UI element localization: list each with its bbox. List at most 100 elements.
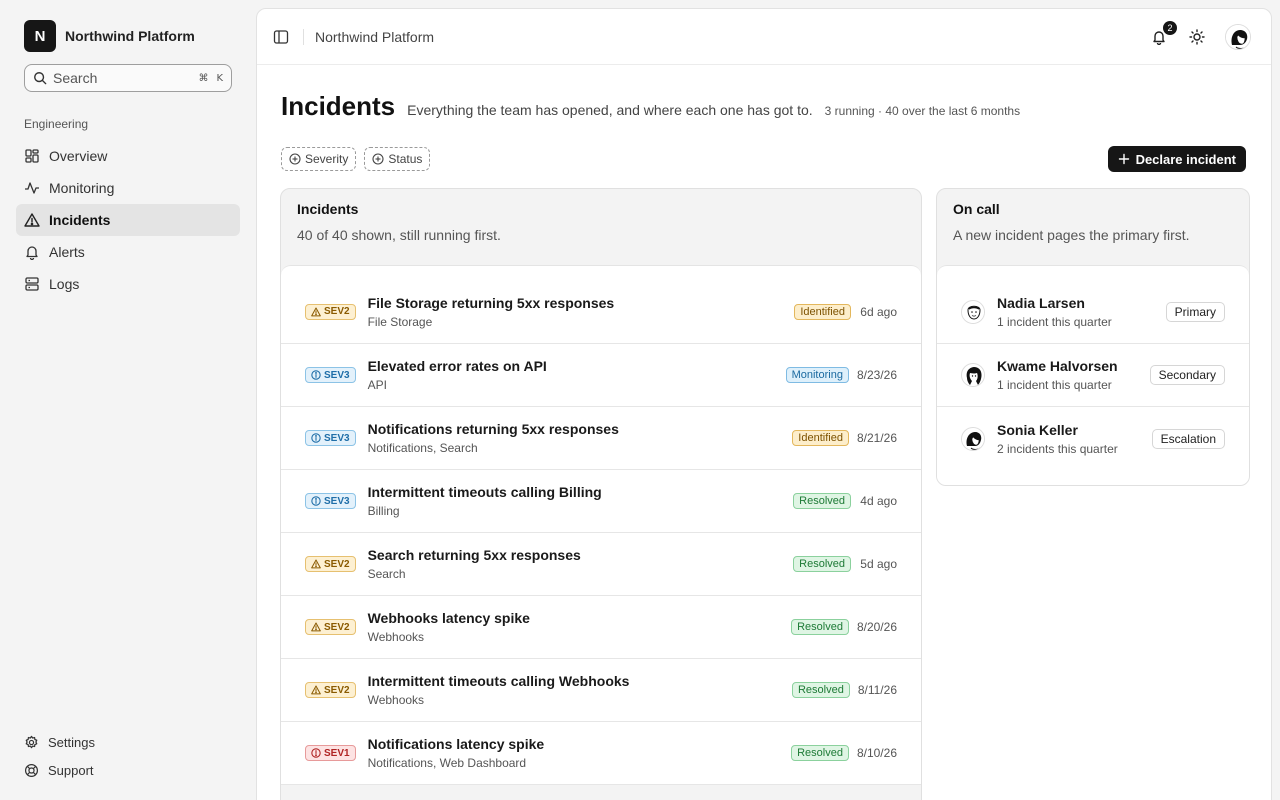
sidebar-item-logs[interactable]: Logs (16, 268, 240, 300)
role-badge: Primary (1165, 301, 1225, 322)
page-subtitle: Everything the team has opened, and wher… (407, 102, 813, 118)
status-filter-button[interactable]: Status (364, 147, 431, 171)
brand-name: Northwind Platform (65, 28, 195, 44)
sidebar-item-incidents[interactable]: Incidents (16, 204, 240, 236)
plus-circle-icon (372, 153, 384, 165)
search-input[interactable]: Search ⌘ K (24, 64, 232, 92)
person-incident-count: 2 incidents this quarter (997, 441, 1118, 456)
shortcut-mod-key: ⌘ (198, 72, 209, 84)
role-badge: Secondary (1149, 365, 1225, 385)
incident-title: Notifications latency spike (367, 736, 545, 752)
incident-services: Search (367, 567, 406, 581)
notification-count-badge: 2 (1163, 21, 1177, 35)
user-avatar-button[interactable] (1225, 24, 1251, 50)
card-subtitle: A new incident pages the primary first. (953, 227, 1190, 243)
filter-label: Severity (305, 152, 349, 166)
incident-time: 8/21/26 (856, 431, 897, 445)
incident-row[interactable]: SEV3 Elevated error rates on API API Monito… (281, 344, 921, 407)
card-title: On call (953, 201, 1000, 217)
incident-title: Webhooks latency spike (367, 610, 530, 626)
card-header: Incidents 40 of 40 shown, still running … (281, 189, 921, 265)
avatar (961, 363, 985, 387)
incident-row[interactable]: SEV2 Intermittent timeouts calling Webhoo… (281, 659, 921, 722)
shortcut-letter-key: K (216, 72, 223, 84)
warning-triangle-icon (311, 559, 321, 569)
filter-bar: Severity Status (281, 147, 431, 171)
sidebar-item-settings[interactable]: Settings (16, 728, 240, 756)
role-badge: Escalation (1151, 428, 1225, 449)
incident-row[interactable]: SEV2 Webhooks latency spike Webhooks Resolv… (281, 596, 921, 659)
incident-text: Notifications returning 5xx responses Not… (368, 421, 793, 455)
theme-toggle-button[interactable] (1187, 23, 1207, 51)
severity-label: SEV3 (324, 495, 350, 507)
sidebar-item-monitoring[interactable]: Monitoring (16, 172, 240, 204)
info-circle-icon (311, 496, 321, 506)
incident-row[interactable]: SEV3 Notifications returning 5xx response… (281, 407, 921, 470)
incident-row[interactable]: SEV2 File Storage returning 5xx responses… (281, 266, 921, 344)
activity-icon (24, 180, 40, 196)
declare-incident-label: Declare incident (1135, 151, 1236, 167)
on-call-person-row[interactable]: Kwame Halvorsen 1 incident this quarter Se… (937, 344, 1249, 407)
severity-badge: SEV2 (305, 619, 356, 635)
incident-text: Notifications latency spike Notifications… (368, 736, 792, 770)
status-badge: Monitoring (785, 367, 849, 383)
severity-label: SEV2 (324, 621, 350, 633)
incident-summary: 3 running · 40 over the last 6 months (824, 104, 1021, 118)
incident-services: Notifications, Search (367, 441, 478, 455)
warning-triangle-icon (24, 212, 40, 228)
incident-row[interactable]: SEV2 Search returning 5xx responses Search… (281, 533, 921, 596)
sidebar-footer-nav: Settings Support (16, 728, 240, 784)
dashboard-icon (24, 148, 40, 164)
notifications-button[interactable]: 2 (1149, 21, 1177, 51)
person-text: Kwame Halvorsen 1 incident this quarter (997, 358, 1150, 392)
on-call-person-row[interactable]: Nadia Larsen 1 incident this quarter Prima… (937, 266, 1249, 344)
incident-time: 8/20/26 (856, 620, 897, 634)
sidebar-item-support[interactable]: Support (16, 756, 240, 784)
sidebar-toggle-button[interactable] (269, 25, 293, 49)
incident-services: Webhooks (367, 693, 425, 707)
severity-badge: SEV3 (305, 430, 356, 446)
card-header: On call A new incident pages the primary… (937, 189, 1249, 265)
warning-triangle-icon (311, 622, 321, 632)
incident-time: 8/11/26 (857, 683, 897, 697)
incident-time: 8/23/26 (856, 368, 897, 382)
severity-badge: SEV2 (305, 556, 356, 572)
status-badge: Resolved (791, 682, 850, 698)
topbar-divider (303, 29, 304, 45)
person-name: Kwame Halvorsen (997, 358, 1118, 374)
sidebar-item-label: Support (48, 762, 94, 778)
status-badge: Identified (794, 303, 851, 320)
page-title: Incidents (281, 91, 396, 121)
on-call-person-row[interactable]: Sonia Keller 2 incidents this quarter Esca… (937, 407, 1249, 470)
incident-row[interactable]: SEV1 Notifications latency spike Notificat… (281, 722, 921, 785)
incident-title: Intermittent timeouts calling Webhooks (367, 673, 630, 689)
incident-text: File Storage returning 5xx responses File… (368, 295, 795, 329)
filter-label: Status (388, 152, 423, 166)
card-title: Incidents (297, 201, 359, 217)
incident-services: Webhooks (367, 630, 425, 644)
person-incident-count: 1 incident this quarter (997, 378, 1112, 392)
person-text: Nadia Larsen 1 incident this quarter (997, 295, 1166, 329)
declare-incident-button[interactable]: Declare incident (1107, 146, 1246, 172)
sidebar-item-overview[interactable]: Overview (16, 140, 240, 172)
incident-text: Intermittent timeouts calling Webhooks We… (368, 673, 792, 707)
incident-text: Intermittent timeouts calling Billing Bil… (368, 484, 794, 518)
sidebar-item-label: Alerts (49, 244, 85, 260)
sun-icon (1189, 29, 1205, 45)
status-badge: Resolved (793, 556, 851, 572)
warning-triangle-icon (311, 685, 321, 695)
severity-filter-button[interactable]: Severity (281, 147, 357, 171)
severity-label: SEV3 (324, 432, 350, 444)
workspace-switcher[interactable]: N Northwind Platform (24, 20, 195, 52)
incident-row[interactable]: SEV3 Intermittent timeouts calling Billin… (281, 470, 921, 533)
incident-text: Webhooks latency spike Webhooks (368, 610, 792, 644)
person-name: Nadia Larsen (997, 294, 1085, 311)
sidebar-section-label: Engineering (24, 117, 89, 131)
incident-title: Elevated error rates on API (367, 358, 547, 374)
sidebar-item-alerts[interactable]: Alerts (16, 236, 240, 268)
status-badge: Resolved (793, 493, 851, 509)
sidebar-item-label: Overview (49, 148, 108, 164)
severity-badge: SEV2 (305, 303, 356, 320)
on-call-card: On call A new incident pages the primary… (936, 188, 1250, 486)
bell-icon (24, 244, 40, 260)
